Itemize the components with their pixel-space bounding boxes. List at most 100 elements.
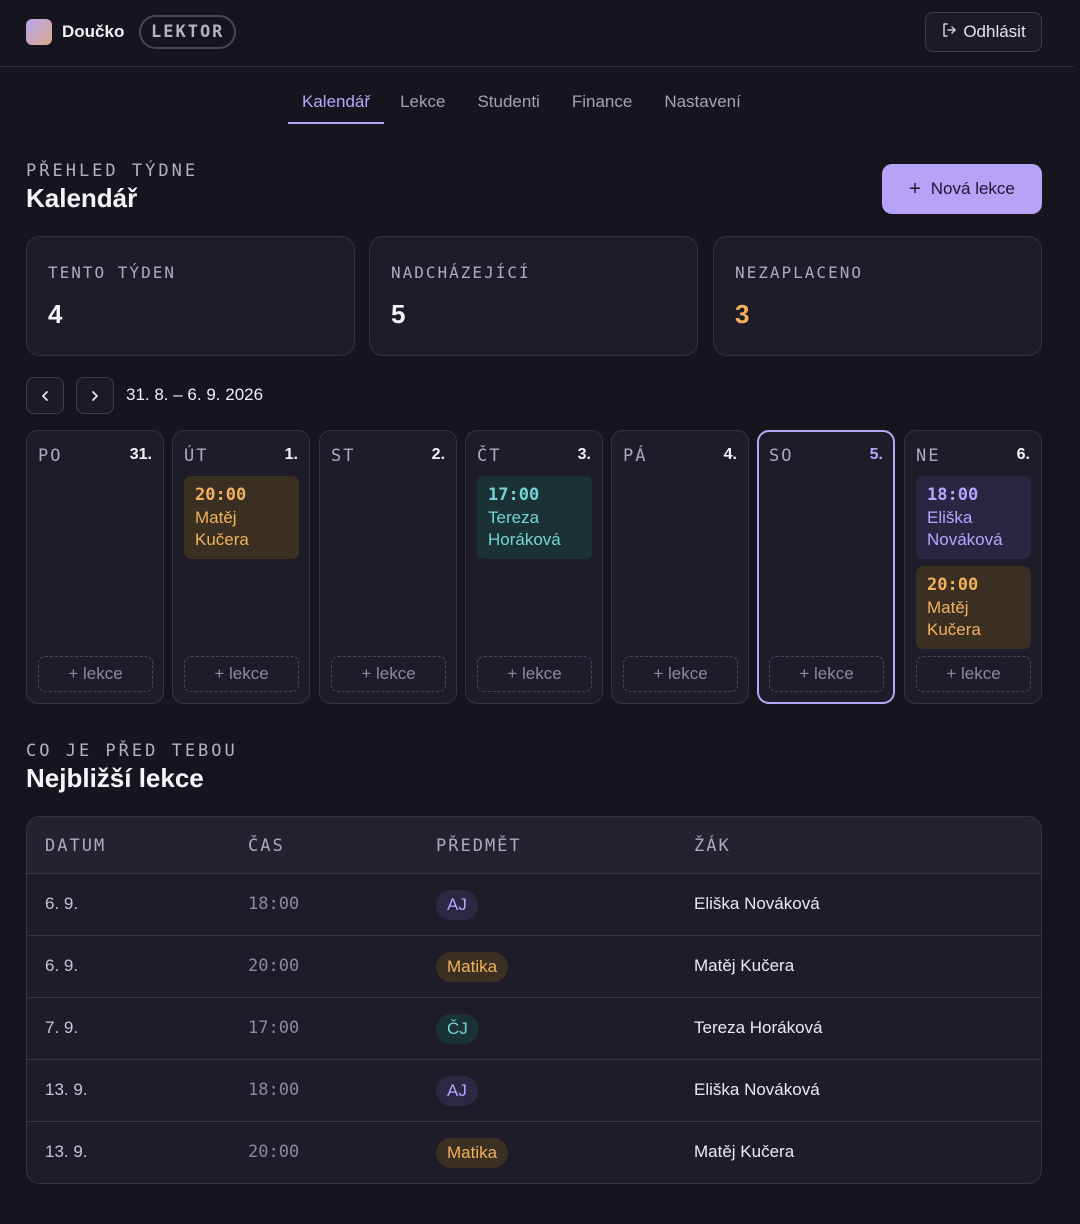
stat-value: 4 — [48, 299, 63, 329]
chevron-left-icon — [42, 390, 48, 401]
event-student-last: Nováková — [927, 530, 1003, 549]
row-date: 13. 9. — [45, 1142, 88, 1161]
add-lesson-button[interactable]: + lekce — [623, 656, 738, 692]
day-number: 5. — [869, 446, 883, 463]
day-column-ut: ÚT 1. 20:00 Matěj Kučera + lekce — [172, 430, 310, 704]
tab-studenti[interactable]: Studenti — [461, 84, 555, 124]
logout-button[interactable]: Odhlásit — [925, 12, 1042, 52]
logout-icon — [941, 22, 957, 43]
day-number: 2. — [431, 446, 445, 463]
tab-kalendar[interactable]: Kalendář — [288, 84, 385, 124]
app-logo — [26, 19, 52, 45]
stat-card-unpaid: NEZAPLACENO 3 — [713, 236, 1042, 356]
stat-label: TENTO TÝDEN — [48, 263, 176, 282]
column-header-time: ČAS — [248, 836, 285, 856]
event-time: 20:00 — [927, 575, 979, 595]
day-name: ČT — [477, 446, 502, 466]
tab-finance[interactable]: Finance — [556, 84, 648, 124]
row-student: Eliška Nováková — [694, 894, 820, 913]
event-student-first: Matěj — [195, 508, 237, 527]
lesson-event[interactable]: 18:00 Eliška Nováková — [916, 476, 1031, 559]
row-student: Matěj Kučera — [694, 956, 795, 975]
row-date: 6. 9. — [45, 894, 79, 913]
row-student: Matěj Kučera — [694, 1142, 795, 1161]
row-time: 20:00 — [248, 956, 300, 976]
table-row[interactable]: 6. 9. 18:00 AJ Eliška Nováková — [27, 874, 1041, 936]
row-student: Eliška Nováková — [694, 1080, 820, 1099]
day-name: ST — [331, 446, 356, 466]
stat-value: 3 — [735, 299, 750, 329]
stat-card-upcoming: NADCHÁZEJÍCÍ 5 — [369, 236, 698, 356]
day-number: 3. — [577, 446, 591, 463]
day-name: PÁ — [623, 446, 648, 466]
day-number: 31. — [129, 446, 152, 463]
day-column-pa: PÁ 4. + lekce — [611, 430, 749, 704]
lesson-event[interactable]: 20:00 Matěj Kučera — [184, 476, 299, 559]
event-student-first: Eliška — [927, 508, 973, 527]
table-header: DATUM ČAS PŘEDMĚT ŽÁK — [27, 817, 1041, 874]
table-row[interactable]: 7. 9. 17:00 ČJ Tereza Horáková — [27, 998, 1041, 1060]
add-lesson-button[interactable]: + lekce — [916, 656, 1031, 692]
day-number: 6. — [1016, 446, 1030, 463]
day-number: 4. — [723, 446, 737, 463]
add-lesson-button[interactable]: + lekce — [477, 656, 592, 692]
overview-eyebrow: PŘEHLED TÝDNE — [26, 161, 199, 181]
add-lesson-button[interactable]: + lekce — [331, 656, 446, 692]
lesson-event[interactable]: 17:00 Tereza Horáková — [477, 476, 592, 559]
subject-chip: AJ — [436, 890, 478, 920]
event-time: 17:00 — [488, 485, 540, 505]
new-lesson-button[interactable]: + Nová lekce — [882, 164, 1042, 214]
day-column-st: ST 2. + lekce — [319, 430, 457, 704]
row-time: 17:00 — [248, 1018, 300, 1038]
upcoming-eyebrow: CO JE PŘED TEBOU — [26, 741, 238, 761]
day-number: 1. — [284, 446, 298, 463]
tab-lekce[interactable]: Lekce — [384, 84, 461, 124]
chevron-right-icon — [92, 390, 98, 401]
upcoming-lessons-table: DATUM ČAS PŘEDMĚT ŽÁK 6. 9. 18:00 AJ Eli… — [26, 816, 1042, 1184]
page-title: Kalendář — [26, 183, 138, 213]
add-lesson-button[interactable]: + lekce — [184, 656, 299, 692]
day-column-so-today: SO 5. + lekce — [757, 430, 895, 704]
row-time: 18:00 — [248, 1080, 300, 1100]
subject-chip: Matika — [436, 952, 509, 982]
stat-label: NADCHÁZEJÍCÍ — [391, 263, 531, 282]
tab-nastaveni[interactable]: Nastavení — [648, 84, 757, 124]
next-week-button[interactable] — [76, 377, 114, 414]
day-name: SO — [769, 446, 794, 466]
row-student: Tereza Horáková — [694, 1018, 823, 1037]
table-row[interactable]: 13. 9. 18:00 AJ Eliška Nováková — [27, 1060, 1041, 1122]
add-lesson-button[interactable]: + lekce — [38, 656, 153, 692]
table-row[interactable]: 6. 9. 20:00 Matika Matěj Kučera — [27, 936, 1041, 998]
row-date: 7. 9. — [45, 1018, 79, 1037]
lesson-event[interactable]: 20:00 Matěj Kučera — [916, 566, 1031, 649]
add-lesson-button[interactable]: + lekce — [769, 656, 884, 692]
upcoming-title: Nejbližší lekce — [26, 763, 204, 793]
row-date: 13. 9. — [45, 1080, 88, 1099]
role-badge: LEKTOR — [139, 15, 237, 49]
table-row[interactable]: 13. 9. 20:00 Matika Matěj Kučera — [27, 1122, 1041, 1183]
event-time: 18:00 — [927, 485, 979, 505]
event-student-last: Kučera — [195, 530, 249, 549]
app-name: Doučko — [62, 22, 125, 41]
column-header-student: ŽÁK — [694, 836, 731, 856]
event-student-first: Matěj — [927, 598, 969, 617]
subject-chip: AJ — [436, 1076, 478, 1106]
column-header-date: DATUM — [45, 836, 107, 856]
day-name: PO — [38, 446, 63, 466]
stat-value: 5 — [391, 299, 406, 329]
event-student-first: Tereza — [488, 508, 540, 527]
new-lesson-label: Nová lekce — [930, 179, 1015, 198]
event-student-last: Kučera — [927, 620, 981, 639]
row-date: 6. 9. — [45, 956, 79, 975]
prev-week-button[interactable] — [26, 377, 64, 414]
day-column-po: PO 31. + lekce — [26, 430, 164, 704]
stat-card-this-week: TENTO TÝDEN 4 — [26, 236, 355, 356]
day-column-ne: NE 6. 18:00 Eliška Nováková 20:00 Matěj … — [904, 430, 1042, 704]
plus-icon: + — [909, 177, 921, 200]
row-time: 20:00 — [248, 1142, 300, 1162]
day-name: NE — [916, 446, 941, 466]
subject-chip: ČJ — [436, 1014, 479, 1044]
week-range: 31. 8. – 6. 9. 2026 — [126, 385, 264, 404]
event-time: 20:00 — [195, 485, 247, 505]
subject-chip: Matika — [436, 1138, 509, 1168]
